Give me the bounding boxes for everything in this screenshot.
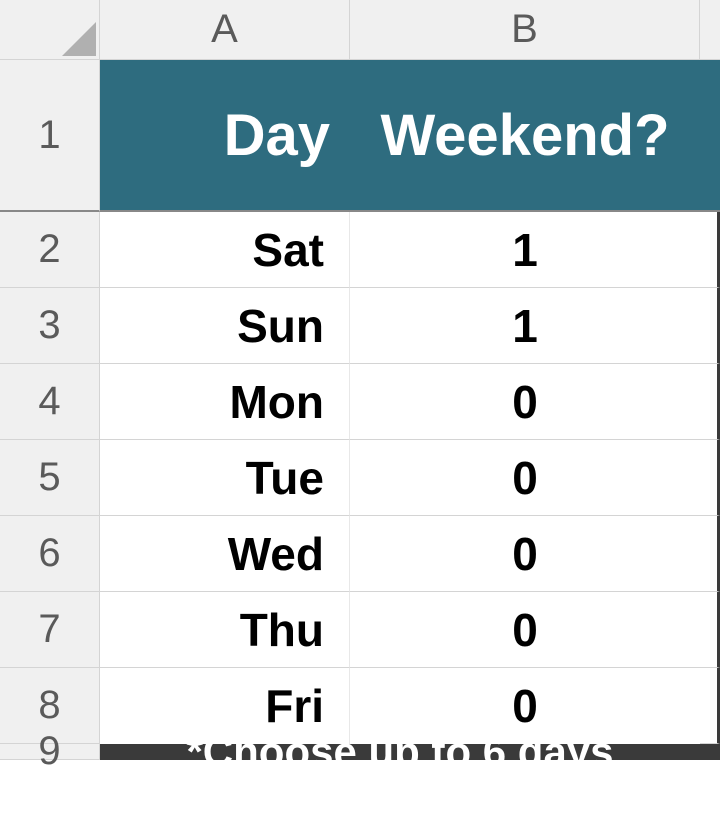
cell-b3[interactable]: 1 <box>350 288 700 364</box>
cell-a5[interactable]: Tue <box>100 440 350 516</box>
row-edge <box>700 592 720 668</box>
row-header-4[interactable]: 4 <box>0 364 100 440</box>
row-edge <box>700 364 720 440</box>
cell-a4[interactable]: Mon <box>100 364 350 440</box>
cell-a2[interactable]: Sat <box>100 212 350 288</box>
row-header-7[interactable]: 7 <box>0 592 100 668</box>
cell-a7[interactable]: Thu <box>100 592 350 668</box>
row-edge <box>700 516 720 592</box>
column-header-a[interactable]: A <box>100 0 350 60</box>
row-header-1[interactable]: 1 <box>0 60 100 212</box>
footer-edge <box>700 744 720 760</box>
row-edge <box>700 668 720 744</box>
spreadsheet-grid: A B 1 Day Weekend? 2 Sat 1 3 Sun 1 4 Mon… <box>0 0 720 760</box>
row-header-3[interactable]: 3 <box>0 288 100 364</box>
column-header-b[interactable]: B <box>350 0 700 60</box>
row-header-9[interactable]: 9 <box>0 744 100 760</box>
row-edge <box>700 212 720 288</box>
row-header-6[interactable]: 6 <box>0 516 100 592</box>
cell-b6[interactable]: 0 <box>350 516 700 592</box>
row-edge <box>700 440 720 516</box>
select-all-corner[interactable] <box>0 0 100 60</box>
cell-b5[interactable]: 0 <box>350 440 700 516</box>
corner-triangle-icon <box>62 22 96 56</box>
row-header-5[interactable]: 5 <box>0 440 100 516</box>
cell-footer[interactable]: *Choose up to 6 days <box>100 744 700 760</box>
header-edge <box>700 60 720 212</box>
cell-b2[interactable]: 1 <box>350 212 700 288</box>
cell-b7[interactable]: 0 <box>350 592 700 668</box>
cell-a1[interactable]: Day <box>100 60 350 212</box>
column-header-edge <box>700 0 720 60</box>
cell-a6[interactable]: Wed <box>100 516 350 592</box>
cell-a3[interactable]: Sun <box>100 288 350 364</box>
row-edge <box>700 288 720 364</box>
row-header-2[interactable]: 2 <box>0 212 100 288</box>
cell-b1[interactable]: Weekend? <box>350 60 700 212</box>
cell-b4[interactable]: 0 <box>350 364 700 440</box>
